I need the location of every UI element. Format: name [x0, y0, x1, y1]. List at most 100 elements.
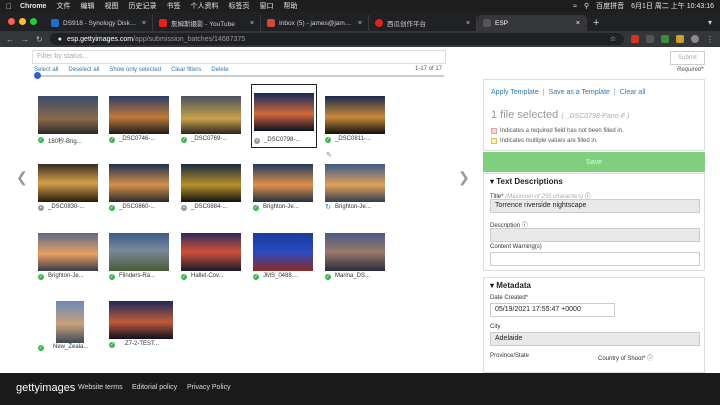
section-heading[interactable]: ▾ Text Descriptions: [490, 177, 563, 186]
thumbnail-image[interactable]: [109, 301, 173, 339]
filter-status-input[interactable]: Filter by status...: [32, 50, 446, 64]
save-button[interactable]: Save: [483, 152, 705, 172]
collapse-caret-icon[interactable]: ▾: [490, 281, 494, 290]
menu-tabs[interactable]: 标签页: [228, 1, 249, 11]
new-tab-icon[interactable]: +: [587, 17, 605, 31]
menu-app[interactable]: Chrome: [20, 3, 46, 10]
close-window-icon[interactable]: [8, 18, 15, 25]
wifi-icon[interactable]: ≈: [573, 3, 577, 10]
help-icon[interactable]: ⓘ: [647, 356, 653, 362]
menu-bookmarks[interactable]: 书签: [166, 1, 180, 11]
thumbnail-image[interactable]: [325, 96, 385, 134]
thumbnail-card[interactable]: ✓ _DSC0811-...: [323, 94, 387, 146]
menu-profile[interactable]: 个人资料: [190, 1, 218, 11]
thumbnail-card[interactable]: ✓ Brighton-Je...: [36, 231, 100, 283]
close-tab-icon[interactable]: ×: [250, 20, 254, 27]
thumbnail-card[interactable]: ✓ _DSC0746-...: [107, 94, 171, 146]
extension-icon[interactable]: [661, 35, 669, 43]
thumbnail-card[interactable]: ✓ _DSC0769-...: [179, 94, 243, 146]
edit-pencil-icon[interactable]: ✎: [326, 151, 332, 159]
description-input[interactable]: [490, 228, 700, 242]
minimize-window-icon[interactable]: [19, 18, 26, 25]
bookmark-star-icon[interactable]: ☆: [610, 35, 616, 43]
extension-icon[interactable]: [631, 35, 639, 43]
apply-template-link[interactable]: Apply Template: [491, 89, 539, 96]
menu-file[interactable]: 文件: [56, 1, 70, 11]
thumbnail-card[interactable]: ✓ 180秒-Brig...: [36, 94, 100, 146]
content-warning-input[interactable]: [490, 252, 700, 266]
forward-icon[interactable]: →: [21, 35, 29, 44]
clear-filters-link[interactable]: Clear filters: [171, 67, 201, 73]
thumbnail-image[interactable]: [38, 233, 98, 271]
profile-avatar[interactable]: [691, 35, 699, 43]
deselect-all-link[interactable]: Deselect all: [68, 67, 99, 73]
menu-history[interactable]: 历史记录: [128, 1, 156, 11]
close-tab-icon[interactable]: ×: [358, 20, 362, 27]
thumbnail-card[interactable]: ↻ Brighton-Je...: [323, 162, 387, 214]
extension-icon[interactable]: [646, 35, 654, 43]
tab-youtube[interactable]: 詹姆斯摄影 - YouTube ×: [153, 15, 261, 31]
footer-link-website-terms[interactable]: Website terms: [78, 384, 123, 391]
thumbnail-image[interactable]: [38, 164, 98, 202]
thumbnail-image[interactable]: [56, 301, 84, 343]
thumbnail-card[interactable]: ✓ _DSC0860-...: [107, 162, 171, 214]
submit-button[interactable]: Submit: [670, 51, 705, 65]
thumbnail-image[interactable]: [253, 233, 313, 271]
menu-edit[interactable]: 编辑: [80, 1, 94, 11]
footer-link-editorial-policy[interactable]: Editorial policy: [132, 384, 177, 391]
date-created-input[interactable]: 05/19/2021 17:55:47 +0000: [490, 303, 615, 317]
zoom-window-icon[interactable]: [30, 18, 37, 25]
title-input[interactable]: Torrence riverside nightscape: [490, 199, 700, 213]
thumbnail-image[interactable]: [181, 96, 241, 134]
ime-indicator[interactable]: 百度拼音: [596, 1, 624, 11]
save-template-link[interactable]: Save as a Template: [549, 89, 610, 96]
thumbnail-card[interactable]: ✓ New_Zeala...: [36, 299, 102, 355]
thumbnail-image[interactable]: [253, 164, 313, 202]
thumbnail-card[interactable]: ✓ JMS_0488....: [251, 231, 315, 283]
previous-arrow-icon[interactable]: ❮: [16, 169, 28, 186]
thumbnail-card[interactable]: ✓ Marina_DS...: [323, 231, 387, 283]
thumbnail-card[interactable]: ✓ Flinders-Ra...: [107, 231, 171, 283]
tab-xigua[interactable]: 西瓜创作平台 ×: [369, 15, 477, 31]
thumbnail-card[interactable]: ✓ Hallet-Cov...: [179, 231, 243, 283]
gettyimages-logo[interactable]: gettyimages: [16, 382, 75, 394]
thumbnail-image[interactable]: [38, 96, 98, 134]
section-heading[interactable]: ▾ Metadata: [490, 281, 531, 290]
thumbnail-card[interactable]: • _DSC0830-...: [36, 162, 100, 214]
thumbnail-image[interactable]: [181, 164, 241, 202]
close-tab-icon[interactable]: ×: [576, 20, 580, 27]
thumbnail-image[interactable]: [109, 96, 169, 134]
apple-icon[interactable]: : [6, 2, 20, 11]
thumbnail-image[interactable]: [109, 164, 169, 202]
city-input[interactable]: Adelaide: [490, 332, 700, 346]
close-tab-icon[interactable]: ×: [466, 20, 470, 27]
thumbnail-card[interactable]: ✓ Brighton-Je...: [251, 162, 315, 214]
thumbnail-image[interactable]: [325, 233, 385, 271]
menu-view[interactable]: 视图: [104, 1, 118, 11]
tab-gmail[interactable]: Inbox (5) - james@jamesphot ×: [261, 15, 369, 31]
collapse-caret-icon[interactable]: ▾: [490, 177, 494, 186]
more-menu-icon[interactable]: ⋮: [706, 35, 714, 44]
close-tab-icon[interactable]: ×: [142, 20, 146, 27]
thumbnail-image[interactable]: [254, 93, 314, 131]
footer-link-privacy-policy[interactable]: Privacy Policy: [187, 384, 231, 391]
lock-icon[interactable]: ●: [58, 36, 62, 43]
thumbnail-image[interactable]: [325, 164, 385, 202]
thumbnail-card[interactable]: ✓ Z7-2-TEST...: [107, 299, 175, 351]
next-arrow-icon[interactable]: ❯: [458, 169, 470, 186]
thumbnail-image[interactable]: [181, 233, 241, 271]
reload-icon[interactable]: ↻: [36, 35, 43, 44]
back-icon[interactable]: ←: [6, 35, 14, 44]
tab-search-icon[interactable]: ▾: [708, 18, 720, 31]
show-only-selected-link[interactable]: Show only selected: [109, 67, 161, 73]
extension-icon[interactable]: [676, 35, 684, 43]
tab-esp[interactable]: ESP ×: [477, 15, 587, 31]
menu-help[interactable]: 帮助: [283, 1, 297, 11]
thumbnail-image[interactable]: [109, 233, 169, 271]
delete-link[interactable]: Delete: [211, 67, 228, 73]
address-bar[interactable]: ● esp.gettyimages.com/app/submission_bat…: [49, 33, 624, 45]
search-icon[interactable]: ⚲: [584, 2, 589, 10]
thumbnail-card[interactable]: • _DSC0884-...: [179, 162, 243, 214]
thumbnail-card-selected[interactable]: • _DSC0798-...: [251, 84, 317, 148]
clear-all-link[interactable]: Clear all: [620, 89, 646, 96]
